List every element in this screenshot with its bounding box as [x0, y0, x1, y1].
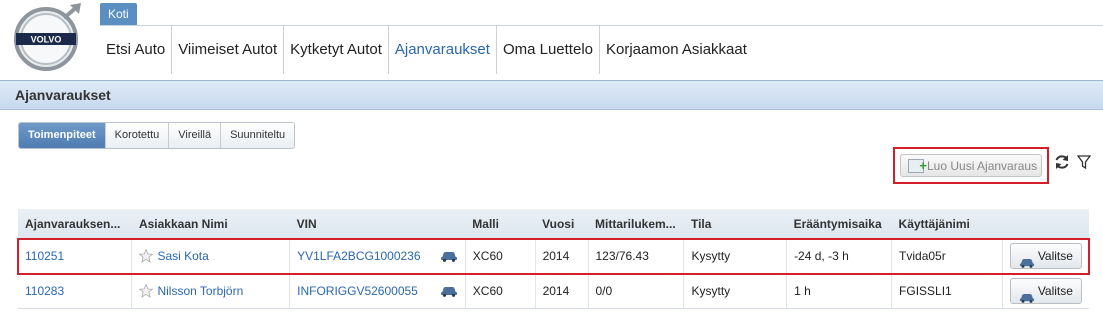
- username-cell: FGISSLI1: [891, 273, 1003, 309]
- col-vin[interactable]: VIN: [289, 209, 466, 239]
- col-due-time[interactable]: Erääntymisaika: [786, 209, 892, 239]
- new-appointment-highlight: Luo Uusi Ajanvaraus: [893, 147, 1049, 184]
- customer-name-link[interactable]: Nilsson Torbjörn: [157, 284, 243, 298]
- car-icon[interactable]: [440, 286, 458, 297]
- table-row[interactable]: 110251 Sasi Kota YV1LFA2BCG1000236 XC60 …: [17, 237, 1090, 275]
- vin-link[interactable]: INFORIGGV52600055: [297, 284, 418, 298]
- year-cell: 2014: [535, 238, 589, 274]
- select-button-label: Valitse: [1037, 284, 1073, 298]
- col-odometer[interactable]: Mittarilukem...: [588, 209, 684, 239]
- new-appointment-label: Luo Uusi Ajanvaraus: [927, 159, 1038, 173]
- due-cell: -24 d, -3 h: [786, 238, 893, 274]
- tab-korotettu[interactable]: Korotettu: [105, 123, 170, 148]
- tab-toimenpiteet[interactable]: Toimenpiteet: [19, 123, 106, 148]
- volvo-logo-text: VOLVO: [31, 35, 62, 45]
- select-button[interactable]: Valitse: [1009, 243, 1082, 269]
- nav-oma-luettelo[interactable]: Oma Luettelo: [497, 26, 600, 74]
- appointments-panel: Ajanvaraukset Toimenpiteet Korotettu Vir…: [0, 80, 1103, 316]
- status-cell: Kysytty: [683, 238, 788, 274]
- col-actions: [1002, 209, 1089, 239]
- tab-vireilla[interactable]: Vireillä: [169, 123, 222, 148]
- car-icon: [1019, 287, 1035, 303]
- customer-name-link[interactable]: Sasi Kota: [157, 249, 208, 263]
- select-button[interactable]: Valitse: [1009, 278, 1082, 304]
- col-appointment-id[interactable]: Ajanvarauksen...: [18, 209, 132, 239]
- home-tab[interactable]: Koti: [100, 3, 137, 25]
- nav-ajanvaraukset[interactable]: Ajanvaraukset: [389, 26, 497, 74]
- nav-viimeiset-autot[interactable]: Viimeiset Autot: [172, 26, 285, 74]
- appointment-id-link[interactable]: 110283: [25, 284, 64, 298]
- col-username[interactable]: Käyttäjänimi: [891, 209, 1003, 239]
- col-status[interactable]: Tila: [683, 209, 787, 239]
- model-cell: XC60: [465, 238, 536, 274]
- filter-icon[interactable]: [1076, 154, 1092, 170]
- odometer-cell: 123/76.43: [588, 238, 685, 274]
- select-button-label: Valitse: [1037, 249, 1073, 263]
- star-icon[interactable]: [138, 248, 155, 264]
- col-customer-name[interactable]: Asiakkaan Nimi: [131, 209, 290, 239]
- year-cell: 2014: [535, 273, 589, 309]
- col-model[interactable]: Malli: [465, 209, 536, 239]
- due-cell: 1 h: [786, 273, 893, 309]
- status-cell: Kysytty: [683, 273, 788, 309]
- odometer-cell: 0/0: [588, 273, 685, 309]
- col-year[interactable]: Vuosi: [535, 209, 588, 239]
- panel-body: Toimenpiteet Korotettu Vireillä Suunnite…: [6, 110, 1092, 316]
- panel-title: Ajanvaraukset: [0, 81, 1103, 110]
- refresh-icon[interactable]: [1054, 154, 1070, 175]
- table-header-row: Ajanvarauksen... Asiakkaan Nimi VIN Mall…: [18, 209, 1089, 239]
- model-cell: XC60: [465, 273, 536, 309]
- vin-link[interactable]: YV1LFA2BCG1000236: [297, 249, 420, 263]
- appointments-table: Ajanvarauksen... Asiakkaan Nimi VIN Mall…: [17, 209, 1090, 309]
- nav-kytketyt-autot[interactable]: Kytketyt Autot: [284, 26, 389, 74]
- status-tabs: Toimenpiteet Korotettu Vireillä Suunnite…: [18, 122, 296, 149]
- username-cell: Tvida05r: [891, 238, 1003, 274]
- tab-suunniteltu[interactable]: Suunniteltu: [221, 123, 295, 148]
- nav-etsi-auto[interactable]: Etsi Auto: [100, 26, 173, 74]
- add-calendar-icon: [908, 154, 927, 177]
- nav-korjaamon-asiakkaat[interactable]: Korjaamon Asiakkaat: [600, 26, 753, 74]
- car-icon[interactable]: [440, 251, 458, 262]
- main-navigation: Etsi Auto Viimeiset Autot Kytketyt Autot…: [100, 25, 1103, 74]
- appointment-id-link[interactable]: 110251: [25, 249, 64, 263]
- new-appointment-button[interactable]: Luo Uusi Ajanvaraus: [900, 154, 1042, 177]
- star-icon[interactable]: [138, 283, 155, 299]
- volvo-logo: VOLVO: [8, 2, 88, 72]
- car-icon: [1019, 252, 1035, 268]
- table-row[interactable]: 110283 Nilsson Torbjörn INFORIGGV5260005…: [18, 273, 1089, 309]
